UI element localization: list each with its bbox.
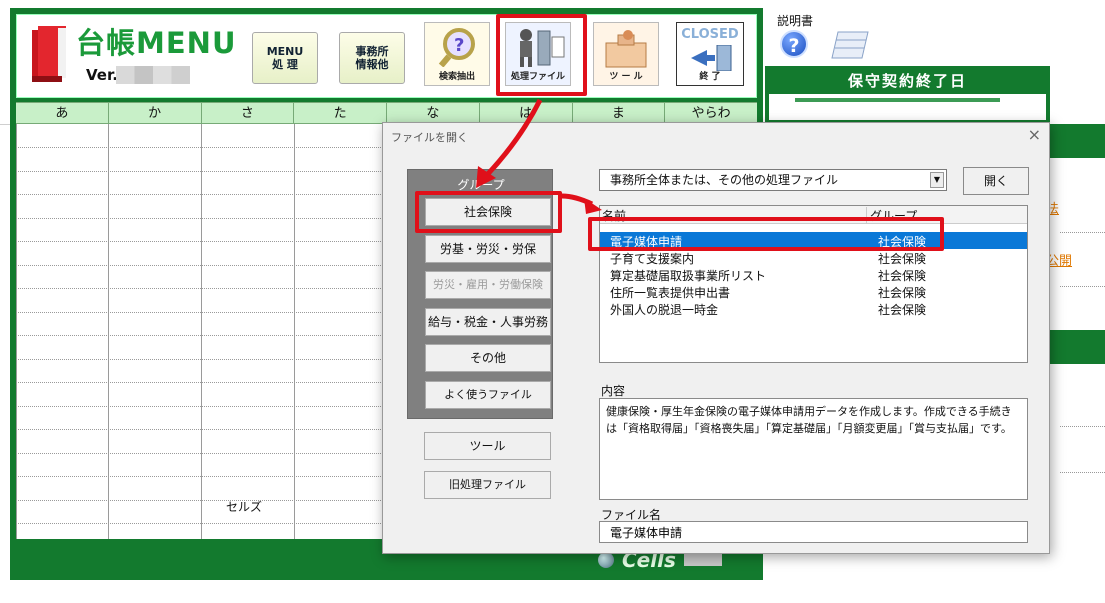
arrow-head-icon bbox=[584, 198, 602, 214]
annotation-arrows bbox=[476, 98, 602, 214]
screen: 台帳MENU Ver. MENU 処 理 事務所 情報他 ? 検索抽出 処理ファ… bbox=[0, 0, 1105, 603]
